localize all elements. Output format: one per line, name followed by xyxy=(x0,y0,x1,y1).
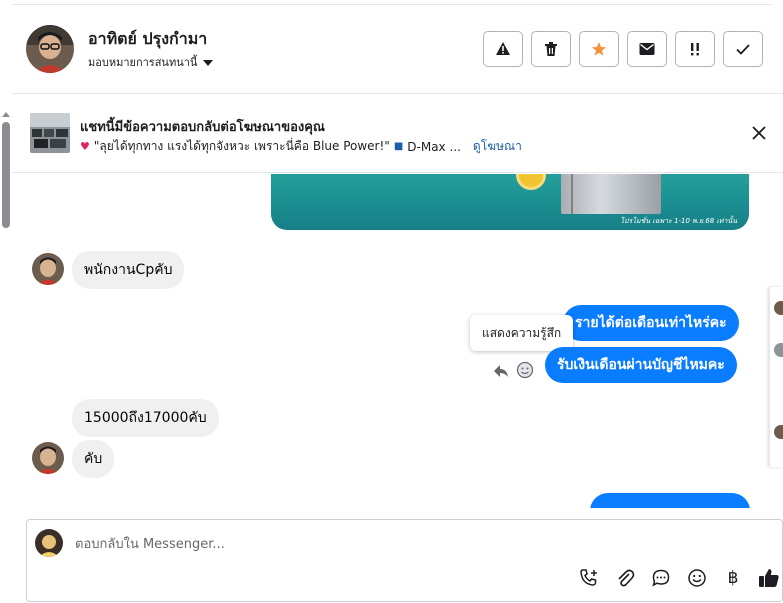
star-button[interactable] xyxy=(579,31,619,67)
report-button[interactable] xyxy=(483,31,523,67)
attach-button[interactable] xyxy=(614,567,636,589)
ad-image-message[interactable]: โปรโมชั่น เฉพาะ 1-10 พ.ย.68 เท่านั้น xyxy=(271,174,749,230)
star-icon xyxy=(592,42,606,56)
saved-reply-icon xyxy=(652,569,670,587)
side-panel-peek[interactable] xyxy=(769,287,783,467)
envelope-icon xyxy=(639,43,655,55)
mark-unread-button[interactable] xyxy=(627,31,667,67)
view-ad-link[interactable]: ดูโฆษณา xyxy=(473,137,522,156)
close-notice-button[interactable] xyxy=(749,123,769,143)
warning-icon xyxy=(496,42,510,55)
trash-icon xyxy=(545,42,557,56)
outgoing-message-partial[interactable] xyxy=(590,493,750,508)
double-exclamation-icon xyxy=(691,43,699,56)
notice-title: แชทนี้มีข้อความตอบกลับต่อโฆษณาของคุณ xyxy=(80,120,325,135)
ad-brand: D-Max ... xyxy=(407,139,461,154)
ad-reply-notice: แชทนี้มีข้อความตอบกลับต่อโฆษณาของคุณ ♥ "… xyxy=(12,95,783,173)
header-actions xyxy=(483,31,763,67)
payment-button[interactable]: ฿ xyxy=(722,567,744,589)
incoming-message[interactable]: 15000ถึง17000คับ xyxy=(72,399,219,437)
react-button[interactable] xyxy=(514,359,536,381)
scroll-up-arrow[interactable] xyxy=(2,112,10,117)
assign-conversation-dropdown[interactable]: มอบหมายการสนทนานี้ xyxy=(88,53,214,71)
baht-icon: ฿ xyxy=(727,568,739,588)
car-icon: ■ xyxy=(393,141,404,152)
product-image xyxy=(561,174,661,214)
react-tooltip: แสดงความรู้สึก xyxy=(470,315,574,351)
assign-label: มอบหมายการสนทนานี้ xyxy=(88,56,198,69)
reply-input[interactable] xyxy=(75,533,725,555)
reply-composer: ฿ xyxy=(26,519,783,602)
call-button[interactable] xyxy=(578,567,600,589)
incoming-message[interactable]: พนักงานCpคับ xyxy=(72,251,185,289)
message-thread: โปรโมชั่น เฉพาะ 1-10 พ.ย.68 เท่านั้น พนั… xyxy=(12,174,768,508)
award-badge-icon xyxy=(516,174,546,190)
outgoing-message[interactable]: รับเงินเดือนผ่านบัญชีไหมคะ xyxy=(545,347,737,383)
notice-ad-summary: ♥ "ลุยได้ทุกทาง แรงได้ทุกจังหวะ เพราะนี่… xyxy=(80,137,522,156)
sender-avatar[interactable] xyxy=(32,442,64,474)
conversation-header: อาทิตย์ ปรุงกำมา มอบหมายการสนทนานี้ xyxy=(12,5,783,94)
heart-icon: ♥ xyxy=(80,140,90,153)
outgoing-message[interactable]: รายได้ต่อเดือนเท่าไหร่คะ xyxy=(563,305,739,341)
paperclip-icon xyxy=(618,569,635,587)
saved-replies-button[interactable] xyxy=(650,567,672,589)
contact-name: อาทิตย์ ปรุงกำมา xyxy=(88,29,208,48)
like-button[interactable] xyxy=(758,567,780,589)
sender-avatar[interactable] xyxy=(32,253,64,285)
phone-add-icon xyxy=(580,569,597,586)
caret-down-icon xyxy=(203,59,214,66)
emoji-icon xyxy=(688,569,706,587)
thumbs-up-icon xyxy=(759,569,779,587)
reply-arrow-icon xyxy=(494,365,508,377)
ad-image-caption: โปรโมชั่น เฉพาะ 1-10 พ.ย.68 เท่านั้น xyxy=(620,217,737,225)
delete-button[interactable] xyxy=(531,31,571,67)
ad-text: "ลุยได้ทุกทาง แรงได้ทุกจังหวะ เพราะนี่คื… xyxy=(93,139,390,153)
priority-button[interactable] xyxy=(675,31,715,67)
scrollbar-thumb[interactable] xyxy=(2,122,10,228)
reply-button[interactable] xyxy=(490,360,512,382)
close-icon xyxy=(752,126,766,140)
done-button[interactable] xyxy=(723,31,763,67)
contact-avatar[interactable] xyxy=(26,25,74,73)
ad-thumbnail xyxy=(30,113,70,153)
composer-toolbar: ฿ xyxy=(578,567,780,589)
emoji-button[interactable] xyxy=(686,567,708,589)
page-avatar xyxy=(35,529,63,557)
smiley-icon xyxy=(516,361,534,379)
incoming-message[interactable]: คับ xyxy=(72,440,115,478)
checkmark-icon xyxy=(736,44,750,55)
